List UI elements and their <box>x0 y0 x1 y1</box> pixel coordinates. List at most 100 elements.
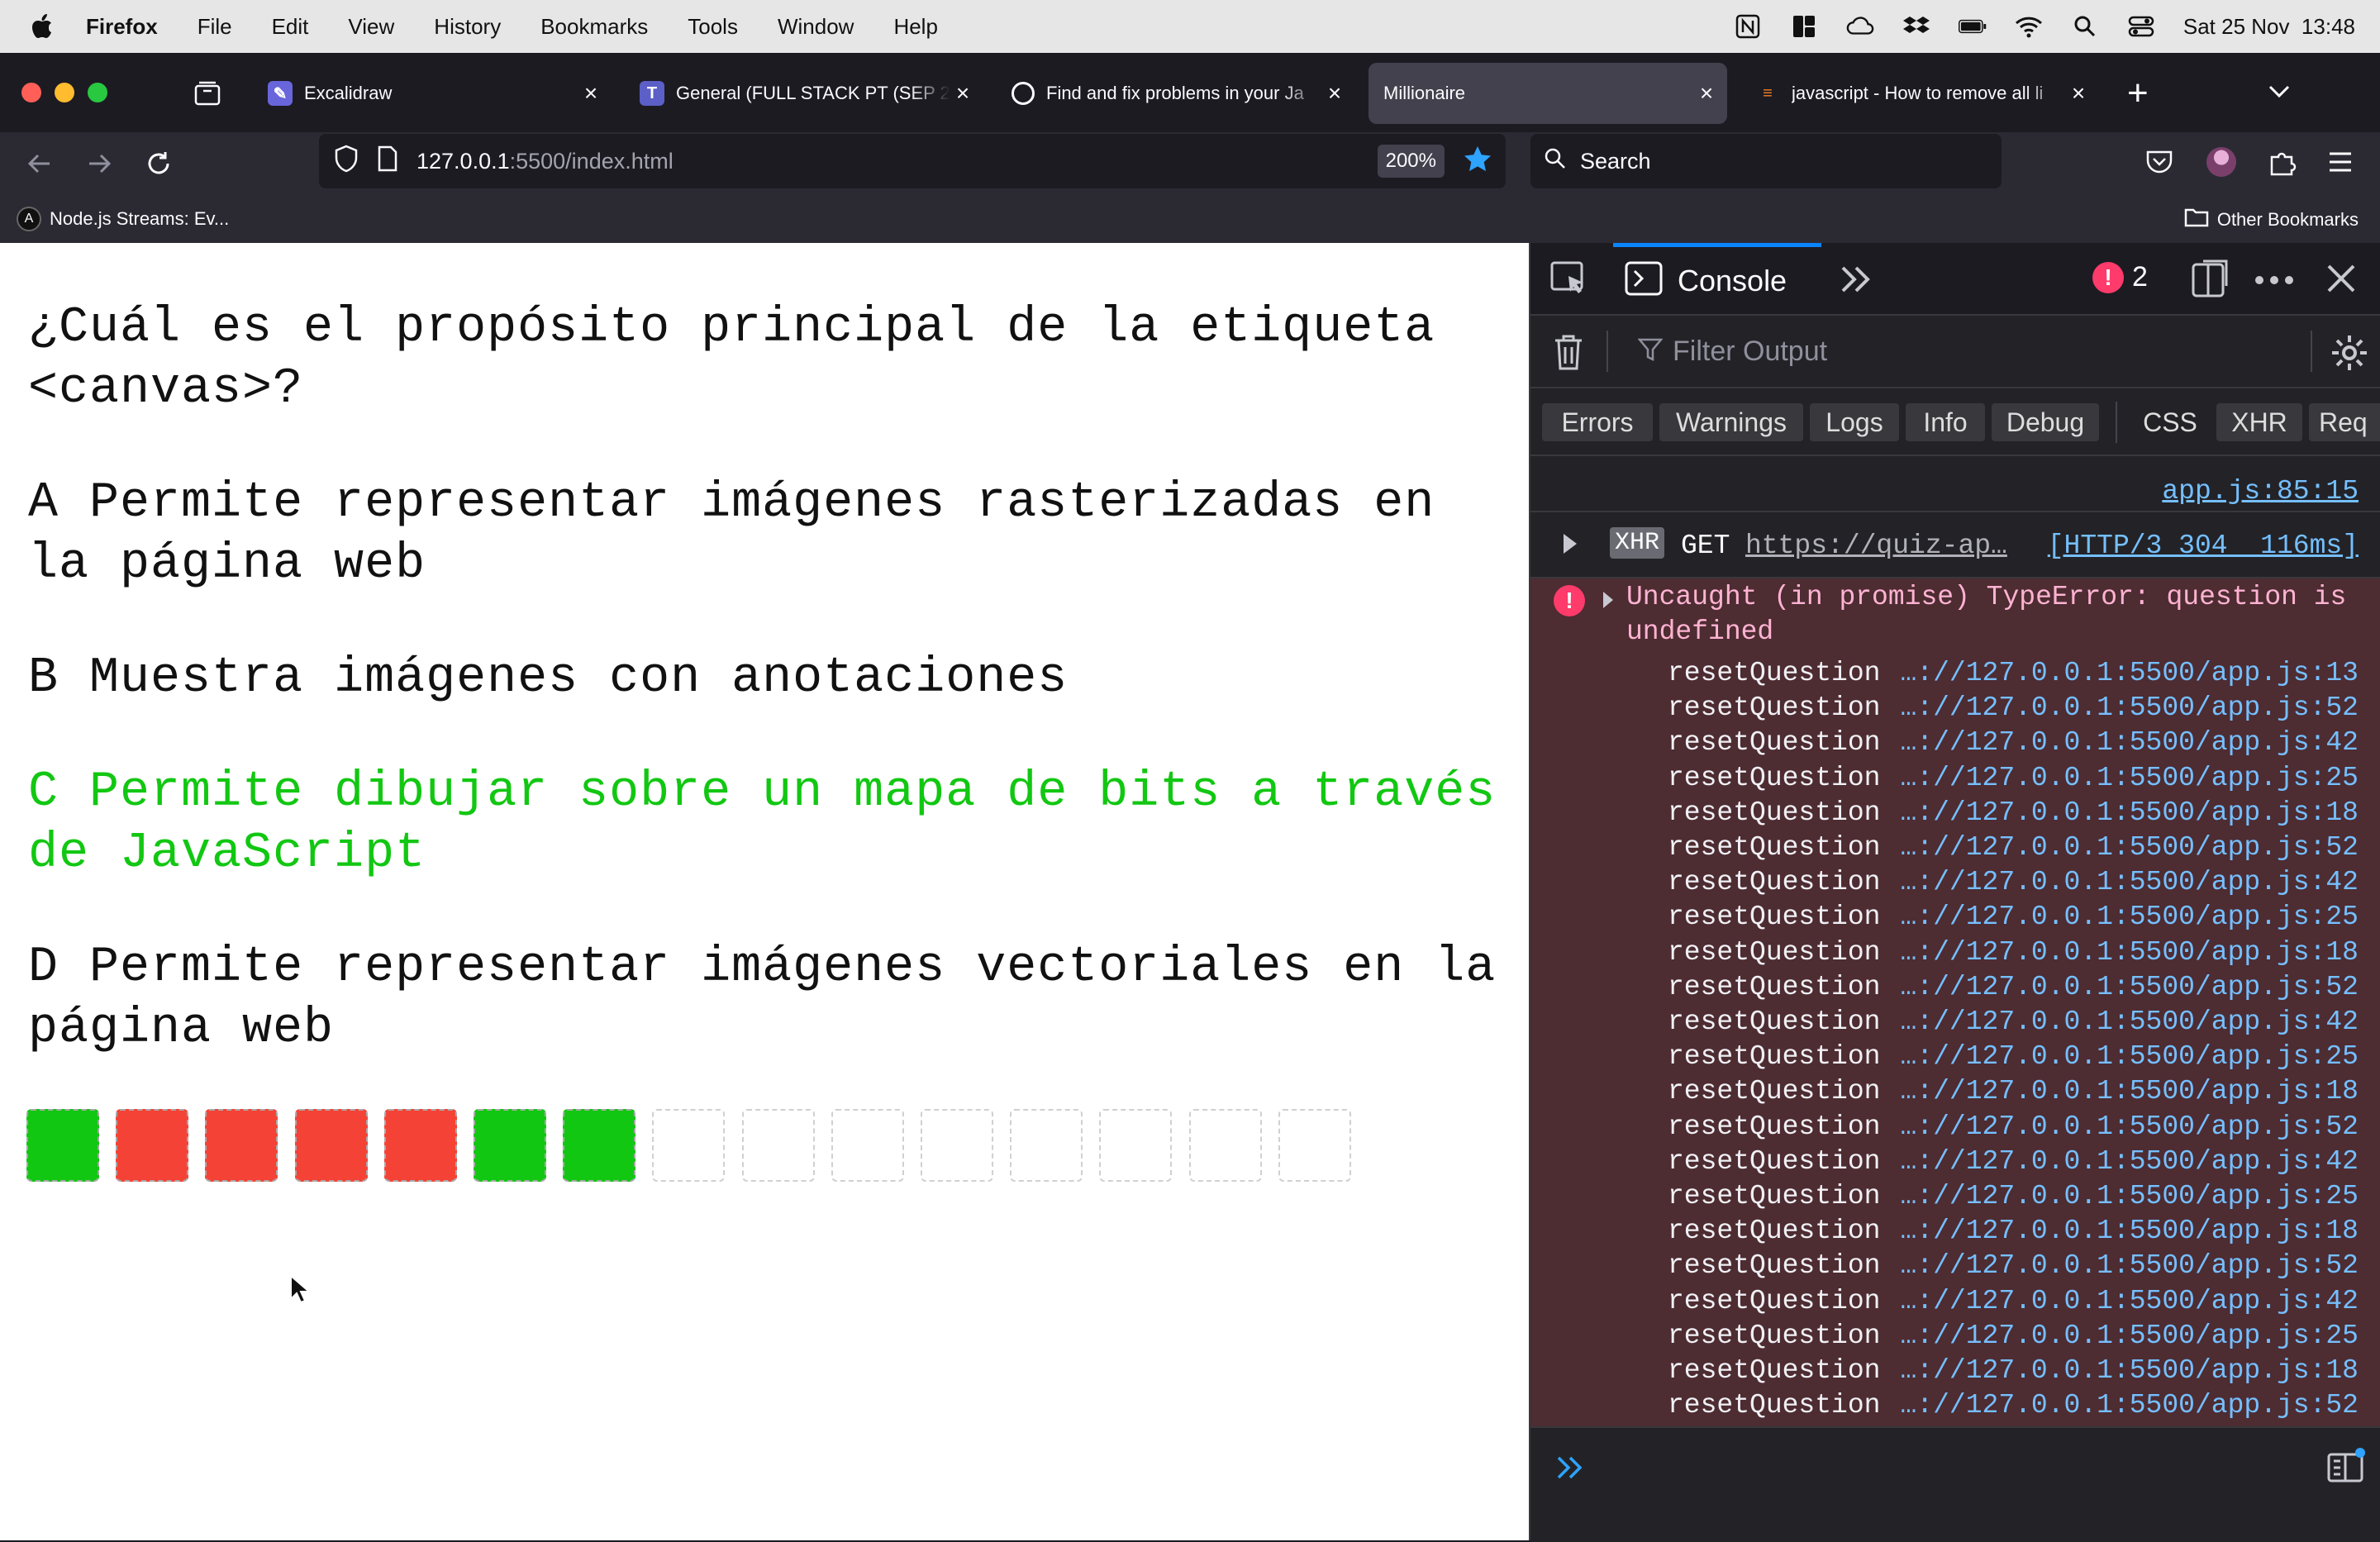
stack-frame-location-link[interactable]: …://127.0.0.1:5500/app.js:25 <box>1901 1181 2359 1211</box>
answer-option-c-correct[interactable]: C Permite dibujar sobre un mapa de bits … <box>28 762 1499 884</box>
stack-frame-location-link[interactable]: …://127.0.0.1:5500/app.js:52 <box>1901 972 2359 1002</box>
back-arrow-icon[interactable] <box>25 149 55 183</box>
menu-edit[interactable]: Edit <box>272 14 309 40</box>
wifi-icon[interactable] <box>2015 14 2043 39</box>
window-close-button[interactable] <box>21 83 41 102</box>
answer-option-d[interactable]: D Permite representar imágenes vectorial… <box>28 937 1499 1059</box>
menu-history[interactable]: History <box>434 14 501 40</box>
answer-option-b[interactable]: B Muestra imágenes con anotaciones <box>28 648 1499 709</box>
devtools-more-options-icon[interactable] <box>2254 274 2294 289</box>
console-settings-gear-icon[interactable] <box>2330 334 2368 376</box>
stack-frame-location-link[interactable]: …://127.0.0.1:5500/app.js:18 <box>1901 1355 2359 1386</box>
more-tools-chevron-icon[interactable] <box>1838 263 1873 300</box>
tab-close-icon[interactable]: × <box>950 80 975 107</box>
hamburger-menu-icon[interactable] <box>2327 150 2354 178</box>
dropbox-icon[interactable] <box>1902 14 1930 39</box>
spotlight-search-icon[interactable] <box>2071 14 2099 39</box>
apple-logo-icon[interactable] <box>31 14 53 39</box>
stack-frame-location-link[interactable]: …://127.0.0.1:5500/app.js:42 <box>1901 727 2359 758</box>
clear-console-trash-icon[interactable] <box>1552 334 1585 376</box>
stack-frame-location-link[interactable]: …://127.0.0.1:5500/app.js:52 <box>1901 1250 2359 1281</box>
xhr-log-entry[interactable]: XHR GET https://quiz-ap… [HTTP/3 304 116… <box>1530 512 2380 578</box>
zoom-level-badge[interactable]: 200% <box>1377 145 1445 178</box>
stack-frame-location-link[interactable]: …://127.0.0.1:5500/app.js:18 <box>1901 797 2359 828</box>
xhr-status[interactable]: [HTTP/3 304 116ms] <box>2048 531 2359 561</box>
stack-frame-location-link[interactable]: …://127.0.0.1:5500/app.js:18 <box>1901 1216 2359 1246</box>
stack-frame-location-link[interactable]: …://127.0.0.1:5500/app.js:18 <box>1901 1076 2359 1107</box>
stack-frame-location-link[interactable]: …://127.0.0.1:5500/app.js:25 <box>1901 902 2359 932</box>
error-count-badge[interactable]: ! 2 <box>2092 261 2148 293</box>
extensions-puzzle-icon[interactable] <box>2268 147 2297 181</box>
stack-frame-location-link[interactable]: …://127.0.0.1:5500/app.js:25 <box>1901 1321 2359 1351</box>
stack-frame-location-link[interactable]: …://127.0.0.1:5500/app.js:25 <box>1901 1041 2359 1072</box>
menu-help[interactable]: Help <box>893 14 937 40</box>
tab-close-icon[interactable]: × <box>578 80 603 107</box>
firefox-view-icon[interactable] <box>193 79 221 107</box>
url-bar[interactable]: 127.0.0.1 :5500/index.html 200% <box>319 134 1506 188</box>
page-info-icon[interactable] <box>377 145 398 178</box>
tracking-protection-shield-icon[interactable] <box>334 145 359 178</box>
stack-frame-location-link[interactable]: …://127.0.0.1:5500/app.js:52 <box>1901 1111 2359 1142</box>
stack-frame-location-link[interactable]: …://127.0.0.1:5500/app.js:25 <box>1901 763 2359 793</box>
menu-app-name[interactable]: Firefox <box>86 14 158 40</box>
element-picker-icon[interactable] <box>1550 261 1588 302</box>
new-tab-button[interactable]: + <box>2127 73 2149 114</box>
window-layout-icon[interactable] <box>1790 14 1818 39</box>
stack-frame-location-link[interactable]: …://127.0.0.1:5500/app.js:42 <box>1901 1146 2359 1177</box>
menubar-clock[interactable]: Sat 25 Nov 13:48 <box>2183 14 2355 40</box>
log-source-link[interactable]: app.js:85:15 <box>2162 476 2359 507</box>
filter-output-input[interactable]: Filter Output <box>1637 316 2175 387</box>
tab-stackoverflow[interactable]: ≡ javascript - How to remove all li × <box>1740 63 2099 124</box>
tab-excalidraw[interactable]: ✎ Excalidraw × <box>253 63 612 124</box>
close-devtools-icon[interactable] <box>2325 263 2357 298</box>
stack-frame-location-link[interactable]: …://127.0.0.1:5500/app.js:52 <box>1901 1390 2359 1421</box>
bookmark-star-icon[interactable] <box>1463 145 1492 178</box>
stack-frame-location-link[interactable]: …://127.0.0.1:5500/app.js:42 <box>1901 867 2359 897</box>
stack-frame-location-link[interactable]: …://127.0.0.1:5500/app.js:42 <box>1901 1286 2359 1316</box>
control-center-icon[interactable] <box>2127 14 2155 39</box>
filter-warnings-button[interactable]: Warnings <box>1659 403 1803 441</box>
answer-option-a[interactable]: A Permite representar imágenes rasteriza… <box>28 473 1499 595</box>
list-all-tabs-chevron-icon[interactable] <box>2266 79 2292 107</box>
dock-side-icon[interactable] <box>2192 259 2228 302</box>
menu-window[interactable]: Window <box>778 14 854 40</box>
bookmark-node-streams[interactable]: A Node.js Streams: Ev... <box>17 207 229 231</box>
tab-close-icon[interactable]: × <box>1322 80 1347 107</box>
stack-frame-location-link[interactable]: …://127.0.0.1:5500/app.js:42 <box>1901 1007 2359 1037</box>
account-avatar[interactable] <box>2206 147 2236 177</box>
stack-frame-location-link[interactable]: …://127.0.0.1:5500/app.js:52 <box>1901 832 2359 863</box>
stack-frame-location-link[interactable]: …://127.0.0.1:5500/app.js:52 <box>1901 692 2359 723</box>
xhr-url[interactable]: https://quiz-ap… <box>1745 531 2007 561</box>
filter-css-button[interactable]: CSS <box>2130 403 2210 441</box>
filter-debug-button[interactable]: Debug <box>1992 403 2099 441</box>
filter-info-button[interactable]: Info <box>1906 403 1985 441</box>
console-input-line[interactable] <box>1530 1426 2380 1542</box>
tab-close-icon[interactable]: × <box>1694 80 1719 107</box>
filter-requests-button[interactable]: Req <box>2309 403 2380 441</box>
expand-arrow-icon[interactable] <box>1602 590 1615 614</box>
menu-bookmarks[interactable]: Bookmarks <box>540 14 648 40</box>
stack-frame-location-link[interactable]: …://127.0.0.1:5500/app.js:18 <box>1901 937 2359 968</box>
menu-file[interactable]: File <box>198 14 232 40</box>
editor-mode-toggle-icon[interactable] <box>2327 1448 2365 1488</box>
filter-logs-button[interactable]: Logs <box>1810 403 1899 441</box>
reload-icon[interactable] <box>144 149 174 183</box>
search-bar[interactable]: Search <box>1530 134 2002 188</box>
filter-errors-button[interactable]: Errors <box>1542 403 1653 441</box>
stack-frame-location-link[interactable]: …://127.0.0.1:5500/app.js:13 <box>1901 658 2359 688</box>
window-minimize-button[interactable] <box>55 83 74 102</box>
expand-arrow-icon[interactable] <box>1562 532 1578 559</box>
menu-view[interactable]: View <box>348 14 394 40</box>
window-maximize-button[interactable] <box>88 83 107 102</box>
cloud-sync-icon[interactable] <box>1846 14 1874 39</box>
other-bookmarks-folder[interactable]: Other Bookmarks <box>2184 207 2359 233</box>
pocket-icon[interactable] <box>2145 149 2173 179</box>
tab-millionaire-active[interactable]: Millionaire × <box>1368 63 1727 124</box>
battery-icon[interactable] <box>1958 14 1987 39</box>
tab-console[interactable]: Console <box>1613 243 1821 314</box>
forward-arrow-icon[interactable] <box>84 149 114 183</box>
notion-icon[interactable] <box>1734 14 1762 39</box>
tab-eslint[interactable]: Find and fix problems in your Ja × <box>997 63 1355 124</box>
menu-tools[interactable]: Tools <box>688 14 738 40</box>
filter-xhr-button[interactable]: XHR <box>2216 403 2302 441</box>
